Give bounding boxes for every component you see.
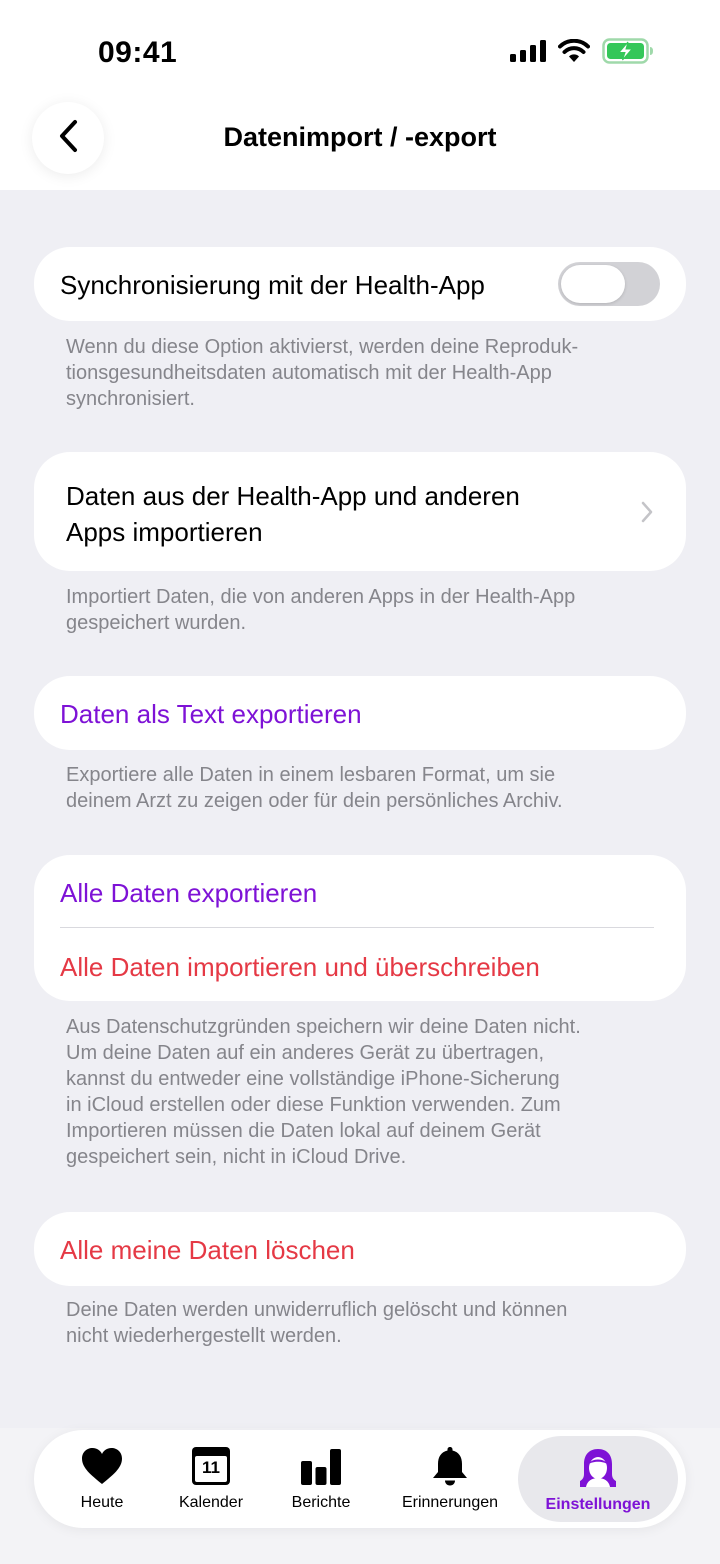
- footnote-line: Importieren müssen die Daten lokal auf d…: [66, 1120, 541, 1142]
- footnote-line: Exportiere alle Daten in einem lesbaren …: [66, 764, 556, 786]
- cellular-signal-icon: [510, 40, 546, 67]
- tab-kalender[interactable]: 11 Kalender: [158, 1430, 264, 1528]
- footnote-line: Wenn du diese Option aktivierst, werden …: [66, 336, 579, 358]
- status-time: 09:41: [98, 36, 178, 69]
- footnote-line: gespeichert wurden.: [66, 612, 247, 634]
- footnote-line: tionsgesundheitsdaten automatisch mit de…: [66, 362, 552, 384]
- delete-all-row[interactable]: Alle meine Daten löschen: [34, 1212, 686, 1286]
- status-icons: [510, 38, 654, 69]
- footnote-line: Aus Datenschutzgründen speichern wir dei…: [66, 1016, 581, 1038]
- tab-label: Erinnerungen: [401, 1494, 499, 1511]
- tab-label: Kalender: [178, 1494, 244, 1511]
- battery-charging-icon: [602, 38, 654, 69]
- footnote-line: synchronisiert.: [66, 388, 195, 410]
- import-health-footnote: Importiert Daten, die von anderen Apps i…: [66, 584, 666, 636]
- delete-all-label: Alle meine Daten löschen: [60, 1235, 355, 1265]
- toggle-knob: [561, 265, 625, 303]
- wifi-icon: [558, 38, 590, 68]
- footnote-line: nicht wiederhergestellt werden.: [66, 1325, 342, 1347]
- calendar-day-number: 11: [202, 1458, 220, 1477]
- export-text-footnote: Exportiere alle Daten in einem lesbaren …: [66, 762, 666, 814]
- export-all-button[interactable]: Alle Daten exportieren: [60, 878, 317, 909]
- all-data-group: Alle Daten exportieren Alle Daten import…: [34, 855, 686, 1001]
- tab-einstellungen[interactable]: Einstellungen: [518, 1436, 678, 1522]
- import-health-label: Daten aus der Health-App und anderen App…: [66, 478, 520, 550]
- footnote-line: Importiert Daten, die von anderen Apps i…: [66, 586, 576, 608]
- tab-heute[interactable]: Heute: [46, 1430, 158, 1528]
- tab-label: Einstellungen: [545, 1496, 651, 1513]
- label-line: Daten aus der Health-App und anderen: [66, 481, 520, 511]
- export-text-row[interactable]: Daten als Text exportieren: [34, 676, 686, 750]
- heart-icon: [81, 1446, 123, 1486]
- divider: [60, 927, 654, 928]
- footnote-line: gespeichert sein, nicht in iCloud Drive.: [66, 1146, 407, 1168]
- footnote-line: kannst du entweder eine vollständige iPh…: [66, 1068, 560, 1090]
- tab-erinnerungen[interactable]: Erinnerungen: [382, 1430, 518, 1528]
- footnote-line: in iCloud erstellen oder diese Funktion …: [66, 1094, 561, 1116]
- person-icon: [578, 1448, 618, 1488]
- calendar-icon: 11: [192, 1446, 230, 1486]
- import-health-row[interactable]: Daten aus der Health-App und anderen App…: [34, 452, 686, 571]
- footnote-line: Deine Daten werden unwiderruflich gelösc…: [66, 1299, 568, 1321]
- health-sync-toggle[interactable]: [558, 262, 660, 306]
- tab-berichte[interactable]: Berichte: [270, 1430, 372, 1528]
- footnote-line: Um deine Daten auf ein anderes Gerät zu …: [66, 1042, 545, 1064]
- health-sync-label: Synchronisierung mit der Health-App: [60, 270, 485, 300]
- health-sync-row: Synchronisierung mit der Health-App: [34, 247, 686, 321]
- footnote-line: deinem Arzt zu zeigen oder für dein pers…: [66, 790, 563, 812]
- import-overwrite-button[interactable]: Alle Daten importieren und überschreiben: [60, 952, 540, 983]
- bell-icon: [431, 1446, 469, 1486]
- chevron-right-icon: [640, 501, 654, 528]
- bar-chart-icon: [301, 1446, 341, 1486]
- tab-label: Heute: [80, 1494, 124, 1511]
- page-title: Datenimport / -export: [223, 122, 497, 152]
- tab-label: Berichte: [291, 1494, 351, 1511]
- all-data-footnote: Aus Datenschutzgründen speichern wir dei…: [66, 1014, 666, 1170]
- label-line: Apps importieren: [66, 517, 263, 547]
- delete-all-footnote: Deine Daten werden unwiderruflich gelösc…: [66, 1297, 666, 1349]
- navigation-header: 09:41 Datenimport / -export: [0, 0, 720, 190]
- tab-bar: Heute 11 Kalender Berichte Erinnerungen …: [34, 1430, 686, 1528]
- export-text-label: Daten als Text exportieren: [60, 699, 362, 729]
- health-sync-footnote: Wenn du diese Option aktivierst, werden …: [66, 334, 666, 412]
